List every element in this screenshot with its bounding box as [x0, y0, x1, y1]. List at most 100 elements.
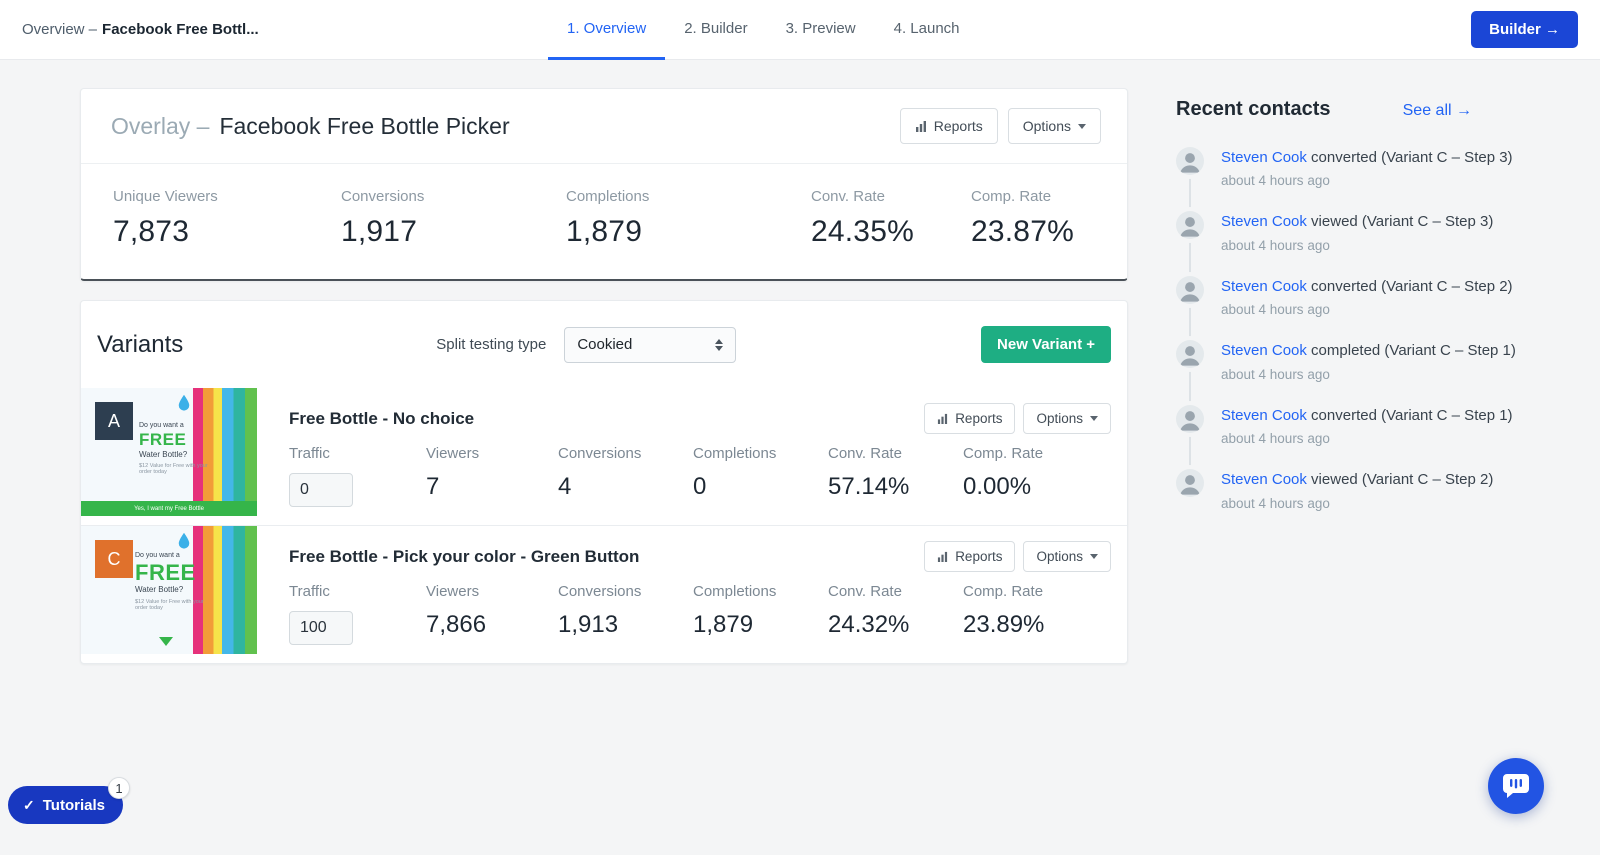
- list-item: Steven Cook converted (Variant C – Step …: [1176, 147, 1564, 190]
- stat-label: Viewers: [426, 445, 480, 462]
- stat-value: 1,879: [566, 215, 643, 248]
- avatar: [1176, 340, 1204, 369]
- tutorials-button[interactable]: ✓ Tutorials 1: [8, 777, 130, 824]
- variant-c-traffic-input[interactable]: [289, 611, 353, 645]
- bar-chart-icon: [915, 121, 926, 132]
- contact-activity: Steven Cook converted (Variant C – Step …: [1221, 276, 1513, 319]
- variant-a-traffic-input[interactable]: [289, 473, 353, 507]
- overview-card-header: Overlay – Facebook Free Bottle Picker Re…: [81, 89, 1127, 164]
- avatar: [1176, 275, 1204, 304]
- options-button[interactable]: Options: [1007, 108, 1101, 144]
- variant-a-options-button[interactable]: Options: [1023, 403, 1111, 434]
- overview-card: Overlay – Facebook Free Bottle Picker Re…: [80, 88, 1128, 281]
- step-tabs: 1. Overview 2. Builder 3. Preview 4. Lau…: [548, 0, 979, 60]
- see-all-link[interactable]: See all →: [1403, 102, 1472, 120]
- chat-launcher-button[interactable]: [1488, 758, 1544, 814]
- stat-label: Traffic: [289, 445, 330, 462]
- contact-action: converted (Variant C – Step 2): [1306, 277, 1513, 295]
- tutorials-label: Tutorials: [42, 796, 105, 814]
- variant-row-c: C Do you want a FREE Water Bottle? $12 V…: [81, 525, 1127, 663]
- variant-c-viewers: Viewers 7,866: [426, 583, 558, 639]
- split-testing-select[interactable]: Cookied: [564, 326, 737, 363]
- thumb-line4: $12 Value for Free with your order today: [135, 598, 204, 611]
- variant-a-name: Free Bottle - No choice: [289, 408, 475, 428]
- stat-label: Comp. Rate: [963, 583, 1044, 600]
- variant-c-reports-button[interactable]: Reports: [924, 541, 1016, 572]
- list-item: Steven Cook converted (Variant C – Step …: [1176, 275, 1564, 319]
- overview-actions: Reports Options: [899, 108, 1101, 144]
- contact-action: completed (Variant C – Step 1): [1306, 342, 1516, 360]
- split-testing-selected-value: Cookied: [577, 336, 633, 353]
- stat-value: 4: [558, 473, 572, 500]
- reports-button[interactable]: Reports: [899, 108, 998, 144]
- builder-button[interactable]: Builder →: [1471, 11, 1578, 48]
- variants-header: Variants Split testing type Cookied New …: [81, 301, 1127, 388]
- new-variant-button[interactable]: New Variant +: [981, 326, 1111, 363]
- variant-c-stats: Traffic Viewers 7,866 Conversions 1,913 …: [289, 583, 1111, 645]
- contact-name-link[interactable]: Steven Cook: [1221, 149, 1307, 166]
- reports-button-label: Reports: [955, 549, 1003, 564]
- stat-label: Comp. Rate: [963, 445, 1044, 462]
- check-icon: ✓: [23, 796, 35, 813]
- campaign-type-label: Overlay –: [111, 112, 210, 139]
- variant-c-thumbnail[interactable]: C Do you want a FREE Water Bottle? $12 V…: [81, 526, 257, 654]
- stat-value: 1,917: [341, 215, 418, 248]
- stat-value: 0.00%: [963, 473, 1032, 500]
- contact-name-link[interactable]: Steven Cook: [1221, 471, 1307, 488]
- stat-label: Conversions: [558, 583, 642, 600]
- variant-row-a: A Do you want a FREE Water Bottle? $12 V…: [81, 388, 1127, 525]
- avatar: [1176, 469, 1204, 498]
- variant-letter-badge: C: [95, 540, 133, 578]
- chat-bubble-icon: [1503, 774, 1529, 798]
- stat-value: 23.87%: [971, 215, 1074, 248]
- variant-c-options-button[interactable]: Options: [1023, 541, 1111, 572]
- variants-title: Variants: [97, 330, 184, 358]
- tab-preview[interactable]: 3. Preview: [767, 0, 875, 60]
- select-updown-icon: [715, 338, 724, 351]
- contact-action: converted (Variant C – Step 1): [1306, 406, 1513, 424]
- contact-activity: Steven Cook converted (Variant C – Step …: [1221, 405, 1513, 448]
- variant-c-completions: Completions 1,879: [693, 583, 828, 639]
- contact-time: about 4 hours ago: [1221, 431, 1330, 447]
- contact-name-link[interactable]: Steven Cook: [1221, 342, 1307, 359]
- stat-value: 7,873: [113, 215, 190, 248]
- contact-time: about 4 hours ago: [1221, 302, 1330, 318]
- avatar: [1176, 404, 1204, 433]
- variant-a-comp-rate: Comp. Rate 0.00%: [963, 445, 1111, 501]
- variant-a-reports-button[interactable]: Reports: [924, 403, 1016, 434]
- recent-contacts-title: Recent contacts: [1176, 98, 1331, 120]
- campaign-title: Facebook Free Bottle Picker: [219, 112, 510, 139]
- contact-name-link[interactable]: Steven Cook: [1221, 407, 1307, 424]
- variant-a-thumbnail[interactable]: A Do you want a FREE Water Bottle? $12 V…: [81, 388, 257, 516]
- bar-chart-icon: [938, 551, 948, 562]
- contact-name-link[interactable]: Steven Cook: [1221, 278, 1307, 295]
- contact-activity: Steven Cook converted (Variant C – Step …: [1221, 147, 1513, 190]
- tab-builder[interactable]: 2. Builder: [665, 0, 766, 60]
- person-icon: [1180, 410, 1200, 431]
- variant-a-completions: Completions 0: [693, 445, 828, 501]
- variant-c-conv-rate: Conv. Rate 24.32%: [828, 583, 963, 639]
- reports-button-label: Reports: [955, 411, 1003, 426]
- contact-action: viewed (Variant C – Step 2): [1306, 471, 1494, 489]
- breadcrumb-title: Facebook Free Bottl...: [102, 21, 259, 38]
- avatar: [1176, 147, 1204, 175]
- contact-name-link[interactable]: Steven Cook: [1221, 213, 1307, 230]
- variant-c-body: Free Bottle - Pick your color - Green Bu…: [257, 526, 1127, 663]
- water-droplet-icon: [178, 532, 190, 549]
- tab-overview[interactable]: 1. Overview: [548, 0, 666, 60]
- stat-label: Comp. Rate: [971, 188, 1052, 205]
- tab-launch[interactable]: 4. Launch: [875, 0, 979, 60]
- stat-label: Completions: [566, 188, 650, 205]
- down-arrow-icon: [159, 637, 173, 646]
- top-navbar: Overview – Facebook Free Bottl... 1. Over…: [0, 0, 1600, 60]
- stat-value: 7: [426, 473, 440, 500]
- stat-label: Conv. Rate: [828, 445, 902, 462]
- contact-activity: Steven Cook viewed (Variant C – Step 3) …: [1221, 211, 1493, 254]
- contact-time: about 4 hours ago: [1221, 495, 1330, 511]
- breadcrumb-prefix[interactable]: Overview –: [22, 21, 97, 38]
- thumb-line1: Do you want a: [139, 422, 184, 429]
- options-button-label: Options: [1036, 411, 1083, 426]
- list-item: Steven Cook converted (Variant C – Step …: [1176, 404, 1564, 448]
- reports-button-label: Reports: [933, 118, 983, 134]
- stat-value: 57.14%: [828, 473, 910, 500]
